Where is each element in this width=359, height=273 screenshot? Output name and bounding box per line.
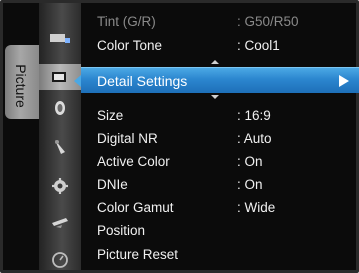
menu-item-label: Size [97,108,124,123]
menu-item-value: : On [237,154,263,169]
category-label: Picture [13,64,29,108]
menu-item-label: Position [97,223,146,238]
icon-column [39,3,81,270]
menu-item-detail-settings[interactable]: Detail Settings [74,67,359,93]
menu-item-size[interactable]: Size : 16:9 [81,106,359,128]
menu-item-picture-reset[interactable]: Picture Reset [81,245,359,267]
channel-icon[interactable] [39,134,81,160]
selection-pointer-icon [74,75,81,87]
menu-item-active-color[interactable]: Active Color : On [81,152,359,174]
scroll-up-icon [211,60,219,64]
menu-item-digital-nr[interactable]: Digital NR : Auto [81,129,359,151]
menu-item-value: : On [237,177,263,192]
tv-osd-screen: Picture Tint (G/R) : G50/R50 Color Tone … [0,0,359,273]
menu-item-label: Color Tone [97,38,163,53]
picture-menu: Tint (G/R) : G50/R50 Color Tone : Cool1 … [74,3,359,270]
menu-item-dnie[interactable]: DNIe : On [81,175,359,197]
sound-icon[interactable] [39,95,81,121]
menu-item-value: : Cool1 [237,38,280,53]
menu-item-label: Active Color [97,154,170,169]
support-icon[interactable] [39,247,81,273]
menu-item-color-gamut[interactable]: Color Gamut : Wide [81,198,359,220]
application-icon[interactable] [39,209,81,235]
setup-icon[interactable] [39,173,81,199]
menu-item-label: Tint (G/R) [97,14,156,29]
menu-item-label: Detail Settings [97,73,188,89]
menu-item-position[interactable]: Position [81,221,359,243]
scroll-down-icon [211,95,219,99]
menu-item-value: : G50/R50 [237,14,299,29]
input-icon[interactable] [39,25,81,51]
menu-item-value: : Auto [237,131,272,146]
submenu-arrow-icon [339,75,349,87]
menu-item-label: DNIe [97,177,128,192]
menu-item-label: Color Gamut [97,200,174,215]
menu-item-color-tone[interactable]: Color Tone : Cool1 [81,36,359,58]
menu-item-label: Digital NR [97,131,158,146]
menu-item-tint: Tint (G/R) : G50/R50 [81,12,359,34]
menu-item-value: : 16:9 [237,108,271,123]
menu-item-label: Picture Reset [97,247,179,262]
menu-item-value: : Wide [237,200,276,215]
